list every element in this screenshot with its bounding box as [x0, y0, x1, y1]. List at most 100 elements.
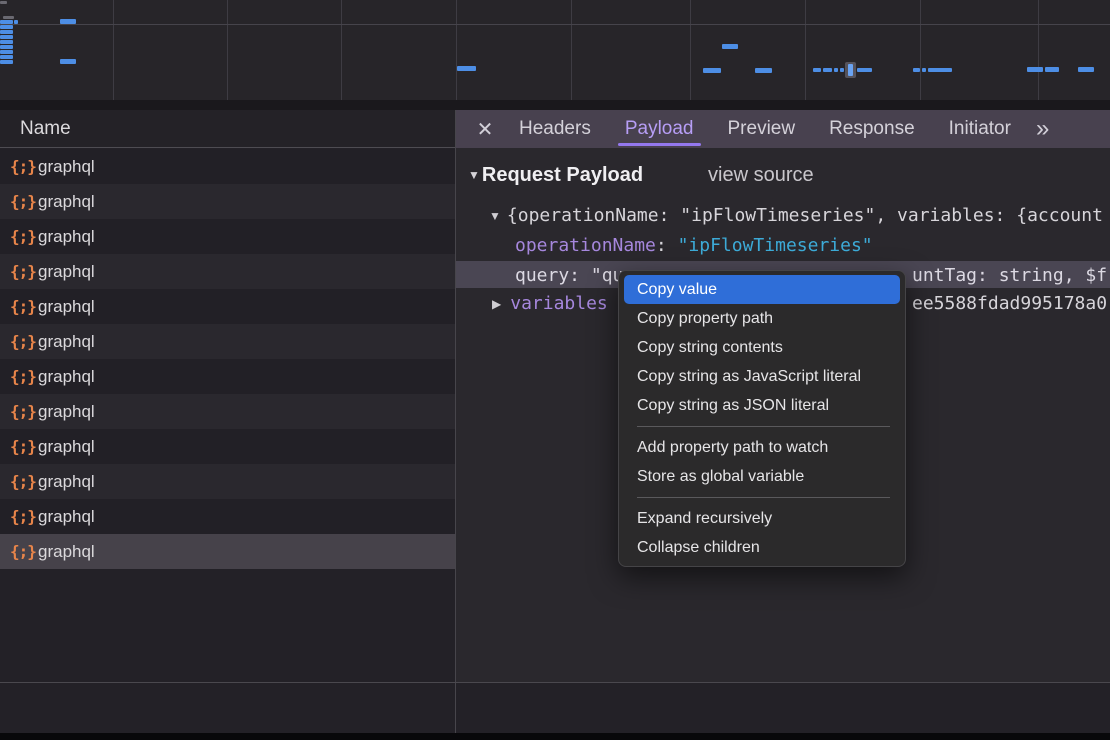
menu-item-expand-recursively[interactable]: Expand recursively	[624, 504, 900, 533]
footer-divider	[0, 682, 1110, 683]
waterfall-bar	[0, 60, 13, 64]
request-row-graphql[interactable]: {;}graphql	[0, 464, 455, 499]
menu-item-collapse-children[interactable]: Collapse children	[624, 533, 900, 562]
request-row-graphql[interactable]: {;}graphql	[0, 289, 455, 324]
devtools-network-panel: Name {;}graphql{;}graphql{;}graphql{;}gr…	[0, 0, 1110, 740]
request-row-graphql[interactable]: {;}graphql	[0, 359, 455, 394]
request-row-graphql[interactable]: {;}graphql	[0, 499, 455, 534]
tree-row-variables[interactable]: ▶ variables	[492, 289, 632, 318]
json-braces-icon: {;}	[10, 437, 38, 456]
request-row-graphql[interactable]: {;}graphql	[0, 429, 455, 464]
waterfall-bar	[0, 30, 13, 34]
waterfall-bar	[834, 68, 838, 72]
tab-label: Payload	[625, 118, 694, 140]
request-list: {;}graphql{;}graphql{;}graphql{;}graphql…	[0, 149, 455, 569]
tab-initiator[interactable]: Initiator	[934, 110, 1026, 148]
json-braces-icon: {;}	[10, 192, 38, 211]
grid-line	[227, 0, 228, 100]
request-row-graphql[interactable]: {;}graphql	[0, 324, 455, 359]
column-header-name[interactable]: Name	[0, 110, 455, 148]
request-name: graphql	[38, 227, 95, 247]
tab-response[interactable]: Response	[814, 110, 930, 148]
tab-payload[interactable]: Payload	[610, 110, 709, 148]
tree-row-operationname[interactable]: operationName: "ipFlowTimeseries"	[515, 231, 1110, 260]
menu-item-copy-string-as-javascript-literal[interactable]: Copy string as JavaScript literal	[624, 362, 900, 391]
waterfall-bar	[0, 50, 13, 54]
menu-item-copy-string-as-json-literal[interactable]: Copy string as JSON literal	[624, 391, 900, 420]
json-braces-icon: {;}	[10, 472, 38, 491]
waterfall-bar	[0, 20, 13, 24]
request-row-graphql[interactable]: {;}graphql	[0, 149, 455, 184]
tree-row-root-preview[interactable]: ▼ {operationName: "ipFlowTimeseries", va…	[489, 201, 1110, 230]
json-braces-icon: {;}	[10, 332, 38, 351]
json-braces-icon: {;}	[10, 297, 38, 316]
waterfall-bar	[0, 25, 13, 29]
request-row-graphql[interactable]: {;}graphql	[0, 534, 455, 569]
tree-row-query-right: untTag: string, $f	[912, 261, 1110, 290]
waterfall-bar	[457, 66, 476, 71]
request-name: graphql	[38, 542, 95, 562]
request-name: graphql	[38, 262, 95, 282]
grid-line	[571, 0, 572, 100]
waterfall-bar	[0, 40, 13, 44]
disclosure-triangle-icon[interactable]: ▶	[492, 297, 501, 311]
json-braces-icon: {;}	[10, 157, 38, 176]
menu-item-copy-string-contents[interactable]: Copy string contents	[624, 333, 900, 362]
request-row-graphql[interactable]: {;}graphql	[0, 394, 455, 429]
waterfall-bar	[840, 68, 844, 72]
menu-item-copy-property-path[interactable]: Copy property path	[624, 304, 900, 333]
payload-section-title: Request Payload	[482, 164, 643, 187]
tree-row-variables-right: ee5588fdad995178a0	[912, 289, 1110, 318]
waterfall-bar	[14, 20, 18, 24]
window-bottom-edge	[0, 733, 1110, 740]
property-key: operationName	[515, 235, 656, 256]
menu-item-store-as-global-variable[interactable]: Store as global variable	[624, 462, 900, 491]
menu-item-add-property-path-to-watch[interactable]: Add property path to watch	[624, 433, 900, 462]
root-preview-text: {operationName: "ipFlowTimeseries", vari…	[507, 205, 1103, 226]
selection-marker	[848, 64, 853, 76]
column-header-label: Name	[20, 118, 71, 140]
disclosure-triangle-icon[interactable]: ▼	[468, 168, 480, 182]
waterfall-bar	[755, 68, 772, 73]
key-value-separator: :	[656, 235, 678, 256]
tab-label: Preview	[728, 118, 796, 140]
request-row-graphql[interactable]: {;}graphql	[0, 254, 455, 289]
grid-line	[805, 0, 806, 100]
json-braces-icon: {;}	[10, 402, 38, 421]
network-overview-waterfall[interactable]	[0, 0, 1110, 100]
waterfall-bar	[913, 68, 920, 72]
overflow-tabs-icon[interactable]: »	[1036, 110, 1049, 148]
query-visible-left: query: "qu	[515, 265, 623, 286]
waterfall-bar	[60, 59, 76, 64]
request-name: graphql	[38, 157, 95, 177]
tree-row-query-left[interactable]: query: "qu	[515, 261, 635, 290]
close-icon[interactable]: ✕	[470, 117, 500, 142]
json-braces-icon: {;}	[10, 542, 38, 561]
property-value: "ipFlowTimeseries"	[678, 235, 873, 256]
request-name: graphql	[38, 472, 95, 492]
menu-item-copy-value[interactable]: Copy value	[624, 275, 900, 304]
grid-line	[456, 0, 457, 100]
waterfall-bar	[813, 68, 821, 72]
grid-line	[0, 24, 1110, 25]
request-row-graphql[interactable]: {;}graphql	[0, 184, 455, 219]
waterfall-bar	[1078, 67, 1094, 72]
variables-visible-right: ee5588fdad995178a0	[912, 293, 1107, 314]
disclosure-triangle-icon[interactable]: ▼	[489, 209, 501, 223]
waterfall-bar	[1045, 67, 1059, 72]
request-name: graphql	[38, 297, 95, 317]
waterfall-bar	[857, 68, 872, 72]
tab-label: Initiator	[949, 118, 1011, 140]
request-name: graphql	[38, 402, 95, 422]
view-source-link[interactable]: view source	[708, 160, 814, 190]
tab-headers[interactable]: Headers	[504, 110, 606, 148]
grid-line	[341, 0, 342, 100]
json-braces-icon: {;}	[10, 262, 38, 281]
tab-label: Headers	[519, 118, 591, 140]
waterfall-bar	[823, 68, 832, 72]
tab-preview[interactable]: Preview	[713, 110, 811, 148]
request-row-graphql[interactable]: {;}graphql	[0, 219, 455, 254]
panel-splitter[interactable]	[455, 110, 456, 733]
request-payload-section-header[interactable]: ▼ Request Payload	[468, 160, 643, 190]
waterfall-bar	[0, 35, 13, 39]
